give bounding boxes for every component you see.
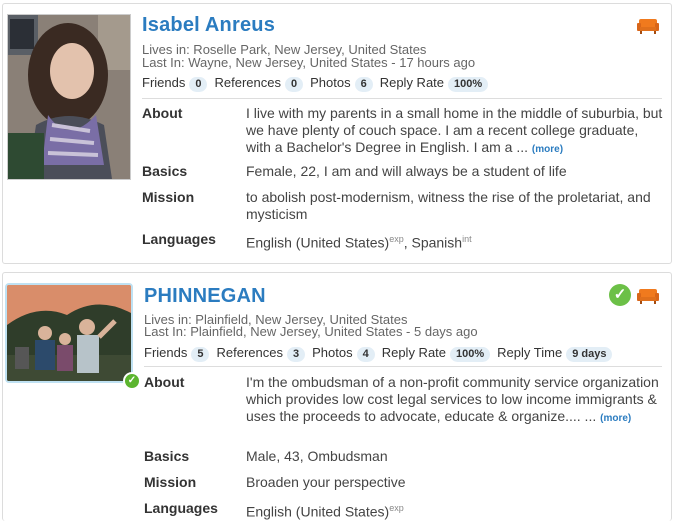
basics-value: Male, 43, Ombudsman <box>246 448 388 464</box>
languages-label: Languages <box>142 231 216 247</box>
profile-stats: Friends 0 References 0 Photos 6 Reply Rate 100% <box>142 75 495 92</box>
friends-label[interactable]: Friends <box>144 345 187 360</box>
friends-count: 0 <box>189 77 208 92</box>
about-label: About <box>142 105 183 121</box>
profile-photo-image <box>8 15 130 179</box>
basics-label: Basics <box>142 163 188 179</box>
reply-rate-label: Reply Rate <box>381 345 447 360</box>
profile-stats: Friends 5 References 3 Photos 4 Reply Rate 100%… <box>144 345 619 362</box>
basics-label: Basics <box>144 448 190 464</box>
photos-count: 4 <box>356 347 375 362</box>
language-2: Spanish <box>411 234 463 251</box>
photos-label[interactable]: Photos <box>310 75 350 90</box>
friends-count: 5 <box>191 347 210 362</box>
more-link[interactable]: (more) <box>600 413 631 424</box>
about-text: I'm the ombudsman of a non-profit commun… <box>246 374 659 424</box>
reply-time-label: Reply Time <box>497 345 563 360</box>
photos-label[interactable]: Photos <box>312 345 352 360</box>
profile-card-phinnegan: ✓ PHINNEGAN ✓ Lives in: Plainfield, New … <box>2 272 672 521</box>
profile-photo-image <box>7 285 131 381</box>
languages-label: Languages <box>144 500 218 516</box>
language-1-level: exp <box>389 503 404 513</box>
language-1-level: exp <box>389 234 404 244</box>
reply-rate-label: Reply Rate <box>379 75 445 90</box>
profile-photo[interactable] <box>5 283 133 383</box>
couch-icon <box>637 19 659 34</box>
basics-value: Female, 22, I am and will always be a st… <box>246 163 567 179</box>
reply-rate-value: 100% <box>448 77 489 92</box>
mission-value: Broaden your perspective <box>246 474 406 490</box>
references-label[interactable]: References <box>214 75 280 90</box>
couch-icon <box>637 289 659 304</box>
verified-check-icon: ✓ <box>123 372 141 390</box>
profile-photo[interactable] <box>7 14 131 180</box>
languages-value: English (United States)exp, Spanishint <box>246 231 666 252</box>
language-1: English (United States) <box>246 503 390 520</box>
divider <box>142 98 662 99</box>
mission-label: Mission <box>142 189 195 205</box>
profile-name[interactable]: PHINNEGAN <box>144 285 266 308</box>
about-label: About <box>144 374 185 390</box>
reply-time-value: 9 days <box>566 347 613 362</box>
references-count: 0 <box>284 77 304 92</box>
mission-value: to abolish post-modernism, witness the r… <box>246 189 651 222</box>
reply-rate-value: 100% <box>450 347 491 362</box>
photos-count: 6 <box>354 77 373 92</box>
references-label[interactable]: References <box>216 345 282 360</box>
more-link[interactable]: (more) <box>532 144 563 155</box>
friends-label[interactable]: Friends <box>142 75 185 90</box>
references-count: 3 <box>286 347 306 362</box>
divider <box>144 366 662 367</box>
languages-value: English (United States)exp <box>246 500 666 521</box>
language-2-level: int <box>462 234 472 244</box>
last-in-text: Last In: Wayne, New Jersey, United State… <box>142 55 476 70</box>
profile-name[interactable]: Isabel Anreus <box>142 14 275 37</box>
profile-card-isabel: Isabel Anreus Lives in: Roselle Park, Ne… <box>2 3 672 264</box>
last-in-text: Last In: Plainfield, New Jersey, United … <box>144 324 478 339</box>
language-1: English (United States) <box>246 234 390 251</box>
verified-check-icon: ✓ <box>609 284 631 306</box>
about-value: I'm the ombudsman of a non-profit commun… <box>246 374 666 427</box>
about-text: I live with my parents in a small home i… <box>246 105 663 155</box>
mission-label: Mission <box>144 474 197 490</box>
about-value: I live with my parents in a small home i… <box>246 105 666 158</box>
